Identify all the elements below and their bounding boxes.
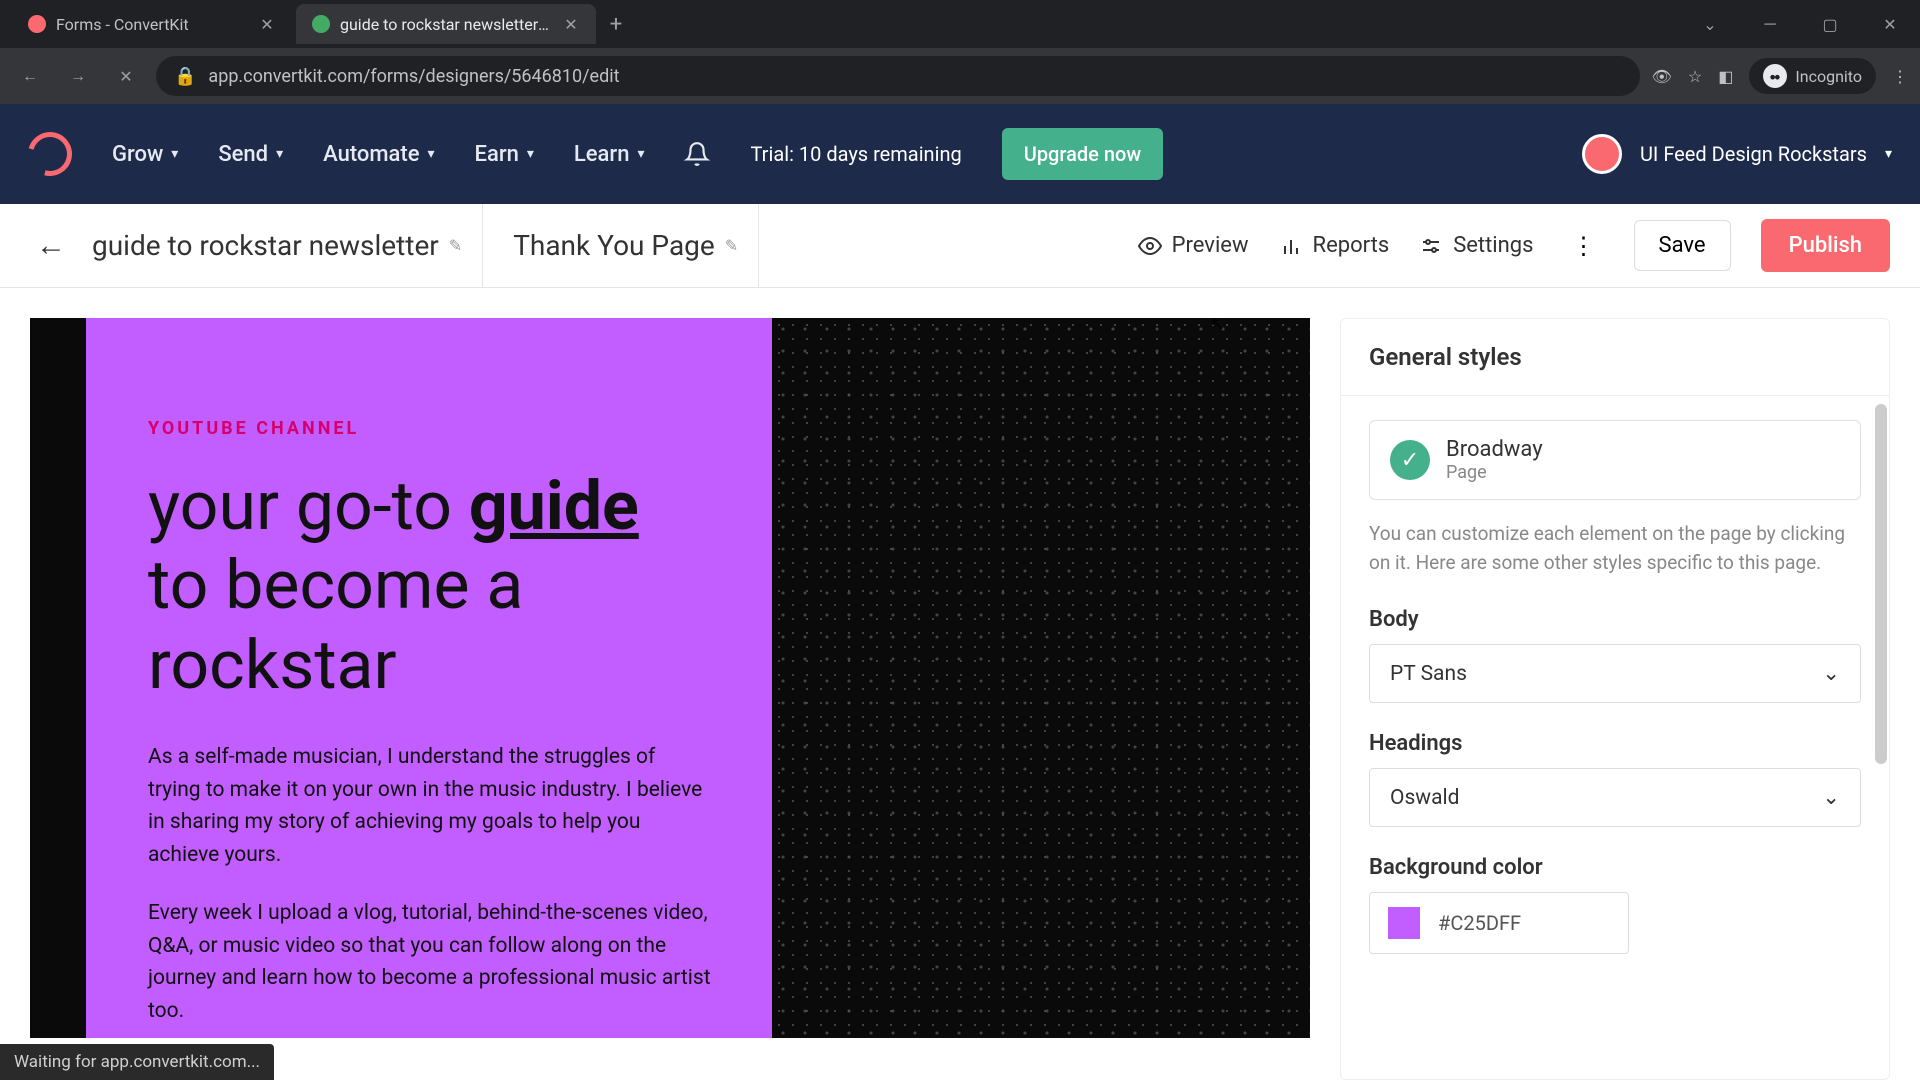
url-text: app.convertkit.com/forms/designers/56468…	[208, 66, 619, 87]
logo-icon[interactable]	[20, 124, 80, 184]
publish-button[interactable]: Publish	[1761, 219, 1890, 272]
template-name: Broadway	[1446, 437, 1543, 462]
chevron-down-icon: ▾	[171, 146, 178, 162]
incognito-badge[interactable]: Incognito	[1749, 58, 1876, 94]
star-icon[interactable]: ☆	[1688, 67, 1702, 86]
headings-font-select[interactable]: Oswald ⌄	[1369, 768, 1861, 827]
body-font-label: Body	[1369, 607, 1861, 632]
panel-icon[interactable]: ◧	[1718, 67, 1733, 86]
forward-icon[interactable]: →	[60, 58, 96, 94]
canvas-left-panel[interactable]: YOUTUBE CHANNEL your go-to guide to beco…	[30, 318, 772, 1038]
more-menu-icon[interactable]: ⋮	[1564, 232, 1604, 260]
chevron-down-icon: ⌄	[1822, 785, 1840, 810]
pencil-icon[interactable]: ✎	[449, 236, 462, 255]
chevron-down-icon: ▾	[527, 146, 534, 162]
account-menu[interactable]: UI Feed Design Rockstars ▾	[1582, 134, 1892, 174]
back-button[interactable]: ←	[30, 222, 72, 269]
color-value: #C25DFF	[1438, 911, 1521, 935]
trial-status: Trial: 10 days remaining	[750, 141, 961, 167]
settings-button[interactable]: Settings	[1419, 233, 1533, 258]
account-name: UI Feed Design Rockstars	[1640, 141, 1867, 167]
app-header: Grow▾ Send▾ Automate▾ Earn▾ Learn▾ Trial…	[0, 104, 1920, 204]
lock-icon: 🔒	[174, 66, 196, 87]
eyebrow-text[interactable]: YOUTUBE CHANNEL	[148, 418, 712, 439]
body-paragraph[interactable]: As a self-made musician, I understand th…	[148, 741, 712, 871]
save-button[interactable]: Save	[1634, 220, 1731, 271]
chevron-down-icon: ▾	[276, 146, 283, 162]
eye-icon	[1138, 234, 1162, 258]
hero-title[interactable]: your go-to guide to become a rockstar	[148, 463, 712, 701]
color-swatch-icon	[1388, 907, 1420, 939]
tab-favicon-icon	[28, 15, 46, 33]
reports-button[interactable]: Reports	[1279, 233, 1390, 258]
back-icon[interactable]: ←	[12, 58, 48, 94]
maximize-icon[interactable]: ▢	[1812, 6, 1848, 42]
chart-icon	[1279, 234, 1303, 258]
window-close-icon[interactable]: ✕	[1872, 6, 1908, 42]
nav-send[interactable]: Send▾	[218, 142, 283, 167]
bgcolor-input[interactable]: #C25DFF	[1369, 892, 1629, 954]
eye-off-icon[interactable]: 👁	[1652, 67, 1672, 86]
avatar-icon	[1582, 134, 1622, 174]
browser-tab[interactable]: Forms - ConvertKit ✕	[12, 4, 292, 44]
content-area: YOUTUBE CHANNEL your go-to guide to beco…	[0, 288, 1920, 1080]
nav-learn[interactable]: Learn▾	[574, 142, 645, 167]
body-font-select[interactable]: PT Sans ⌄	[1369, 644, 1861, 703]
template-card[interactable]: ✓ Broadway Page	[1369, 420, 1861, 500]
close-icon[interactable]: ✕	[258, 15, 276, 33]
pencil-icon[interactable]: ✎	[725, 236, 738, 255]
canvas-image-panel[interactable]	[772, 318, 1310, 1038]
check-icon: ✓	[1390, 440, 1430, 480]
close-icon[interactable]: ✕	[562, 15, 580, 33]
editor-toolbar: ← guide to rockstar newsletter ✎ Thank Y…	[0, 204, 1920, 288]
tab-dropdown-icon[interactable]: ⌄	[1692, 6, 1728, 42]
tab-title: Forms - ConvertKit	[56, 15, 248, 34]
chevron-down-icon: ▾	[428, 146, 435, 162]
url-field[interactable]: 🔒 app.convertkit.com/forms/designers/564…	[156, 56, 1640, 96]
tab-favicon-icon	[312, 15, 330, 33]
address-bar: ← → ✕ 🔒 app.convertkit.com/forms/designe…	[0, 48, 1920, 104]
chevron-down-icon: ▾	[1885, 145, 1892, 163]
stop-reload-icon[interactable]: ✕	[108, 58, 144, 94]
incognito-label: Incognito	[1795, 67, 1862, 86]
tab-thank-you[interactable]: Thank You Page	[513, 229, 715, 262]
upgrade-button[interactable]: Upgrade now	[1002, 128, 1163, 180]
sidebar-header: General styles	[1341, 319, 1889, 396]
tab-title: guide to rockstar newsletter - Co	[340, 15, 552, 34]
sliders-icon	[1419, 234, 1443, 258]
help-text: You can customize each element on the pa…	[1369, 520, 1861, 577]
tab-strip: Forms - ConvertKit ✕ guide to rockstar n…	[0, 0, 1920, 48]
divider	[758, 204, 759, 288]
nav-automate[interactable]: Automate▾	[323, 142, 434, 167]
body-paragraph[interactable]: Every week I upload a vlog, tutorial, be…	[148, 897, 712, 1027]
nav-earn[interactable]: Earn▾	[475, 142, 534, 167]
new-tab-button[interactable]: +	[600, 8, 632, 40]
scrollbar[interactable]	[1875, 404, 1887, 764]
bell-icon[interactable]	[684, 141, 710, 167]
preview-button[interactable]: Preview	[1138, 233, 1249, 258]
headings-font-label: Headings	[1369, 731, 1861, 756]
divider	[482, 204, 483, 288]
browser-tab-active[interactable]: guide to rockstar newsletter - Co ✕	[296, 4, 596, 44]
menu-icon[interactable]: ⋮	[1892, 67, 1908, 86]
template-type: Page	[1446, 462, 1543, 483]
page-title[interactable]: guide to rockstar newsletter	[92, 229, 439, 262]
styles-sidebar: General styles ✓ Broadway Page You can c…	[1340, 318, 1890, 1080]
incognito-icon	[1763, 64, 1787, 88]
chevron-down-icon: ⌄	[1822, 661, 1840, 686]
bgcolor-label: Background color	[1369, 855, 1861, 880]
nav-grow[interactable]: Grow▾	[112, 142, 178, 167]
chevron-down-icon: ▾	[637, 146, 644, 162]
minimize-icon[interactable]: ─	[1752, 6, 1788, 42]
status-bar: Waiting for app.convertkit.com...	[0, 1044, 274, 1080]
design-canvas[interactable]: YOUTUBE CHANNEL your go-to guide to beco…	[30, 318, 1310, 1038]
